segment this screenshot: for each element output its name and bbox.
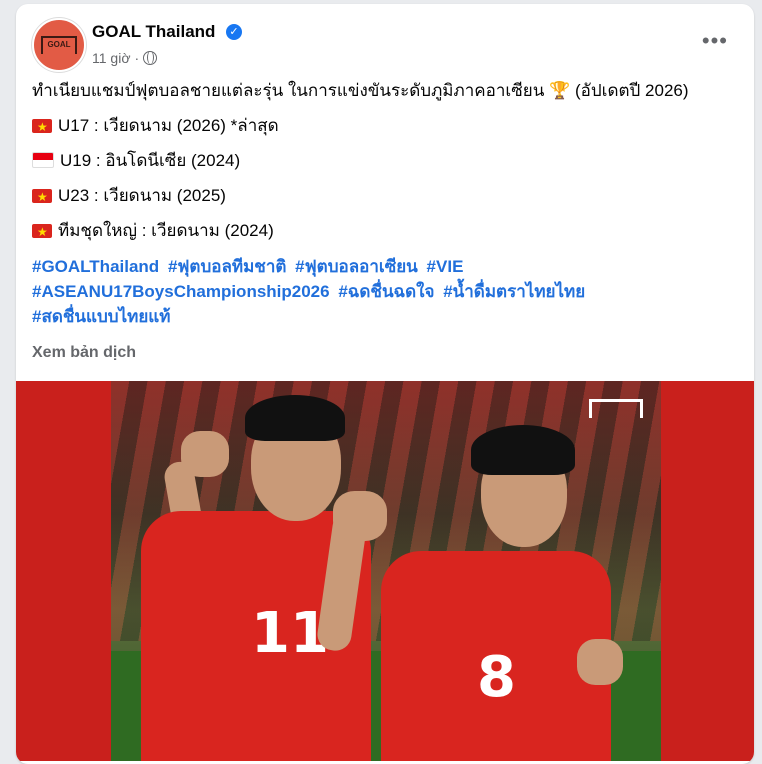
hashtag-list: #GOALThailand #ฟุตบอลทีมชาติ #ฟุตบอลอาเซ… bbox=[32, 254, 589, 329]
right-player-hair bbox=[471, 425, 575, 475]
trophy-icon: 🏆 bbox=[549, 81, 571, 100]
champion-line: ทีมชุดใหญ่ : เวียดนาม (2024) bbox=[32, 220, 274, 242]
champion-line-text: U19 : อินโดนีเซีย (2024) bbox=[60, 151, 241, 170]
post-meta: 11 giờ · bbox=[92, 50, 158, 66]
verified-badge-icon: ✓ bbox=[226, 24, 242, 40]
vietnam-flag-icon bbox=[32, 224, 52, 238]
see-translation-link[interactable]: Xem bản dịch bbox=[32, 344, 136, 362]
champion-line: U19 : อินโดนีเซีย (2024) bbox=[32, 150, 240, 172]
post-card: GOAL GOAL Thailand ✓ 11 giờ · ••• ทำเนีย… bbox=[16, 4, 754, 764]
hashtag-link[interactable]: #ฟุตบอลอาเซียน bbox=[295, 257, 418, 276]
goal-logo-icon: GOAL bbox=[41, 36, 77, 54]
right-player-fist bbox=[333, 491, 387, 541]
headline-suffix: (อัปเดตปี 2026) bbox=[574, 81, 689, 100]
photo-image: 11 8 bbox=[111, 381, 661, 761]
left-player-hair bbox=[245, 395, 345, 441]
champion-line: U17 : เวียดนาม (2026) *ล่าสุด bbox=[32, 115, 279, 137]
champion-line: U23 : เวียดนาม (2025) bbox=[32, 185, 226, 207]
hashtag-link[interactable]: #สดชื่นแบบไทยแท้ bbox=[32, 307, 170, 326]
champion-line-text: U17 : เวียดนาม (2026) *ล่าสุด bbox=[58, 116, 279, 135]
right-player-number: 8 bbox=[477, 645, 516, 710]
hashtag-link[interactable]: #ฉดชื่นฉดใจ bbox=[338, 282, 434, 301]
hashtag-link[interactable]: #น้ำดื่มตราไทยไทย bbox=[443, 282, 585, 301]
hashtag-link[interactable]: #GOALThailand bbox=[32, 257, 159, 276]
hashtag-link[interactable]: #VIE bbox=[427, 257, 464, 276]
post-photo[interactable]: 11 8 bbox=[16, 381, 754, 761]
hashtag-link[interactable]: #ASEANU17BoysChampionship2026 bbox=[32, 282, 330, 301]
post-headline: ทำเนียบแชมป์ฟุตบอลชายแต่ละรุ่น ในการแข่ง… bbox=[32, 80, 689, 102]
goal-watermark-icon bbox=[589, 399, 643, 418]
vietnam-flag-icon bbox=[32, 189, 52, 203]
page-name-link[interactable]: GOAL Thailand bbox=[92, 22, 215, 42]
globe-icon bbox=[143, 51, 158, 65]
indonesia-flag-icon bbox=[32, 152, 54, 168]
champion-line-text: U23 : เวียดนาม (2025) bbox=[58, 186, 226, 205]
more-options-button[interactable]: ••• bbox=[702, 28, 728, 54]
post-time-link[interactable]: 11 giờ bbox=[92, 50, 131, 66]
champion-line-text: ทีมชุดใหญ่ : เวียดนาม (2024) bbox=[58, 221, 274, 240]
headline-text: ทำเนียบแชมป์ฟุตบอลชายแต่ละรุ่น ในการแข่ง… bbox=[32, 81, 545, 100]
meta-separator: · bbox=[134, 50, 140, 66]
hashtag-link[interactable]: #ฟุตบอลทีมชาติ bbox=[168, 257, 287, 276]
vietnam-flag-icon bbox=[32, 119, 52, 133]
left-player-fist bbox=[181, 431, 229, 477]
page-avatar[interactable]: GOAL bbox=[32, 18, 86, 72]
right-player-fist-2 bbox=[577, 639, 623, 685]
